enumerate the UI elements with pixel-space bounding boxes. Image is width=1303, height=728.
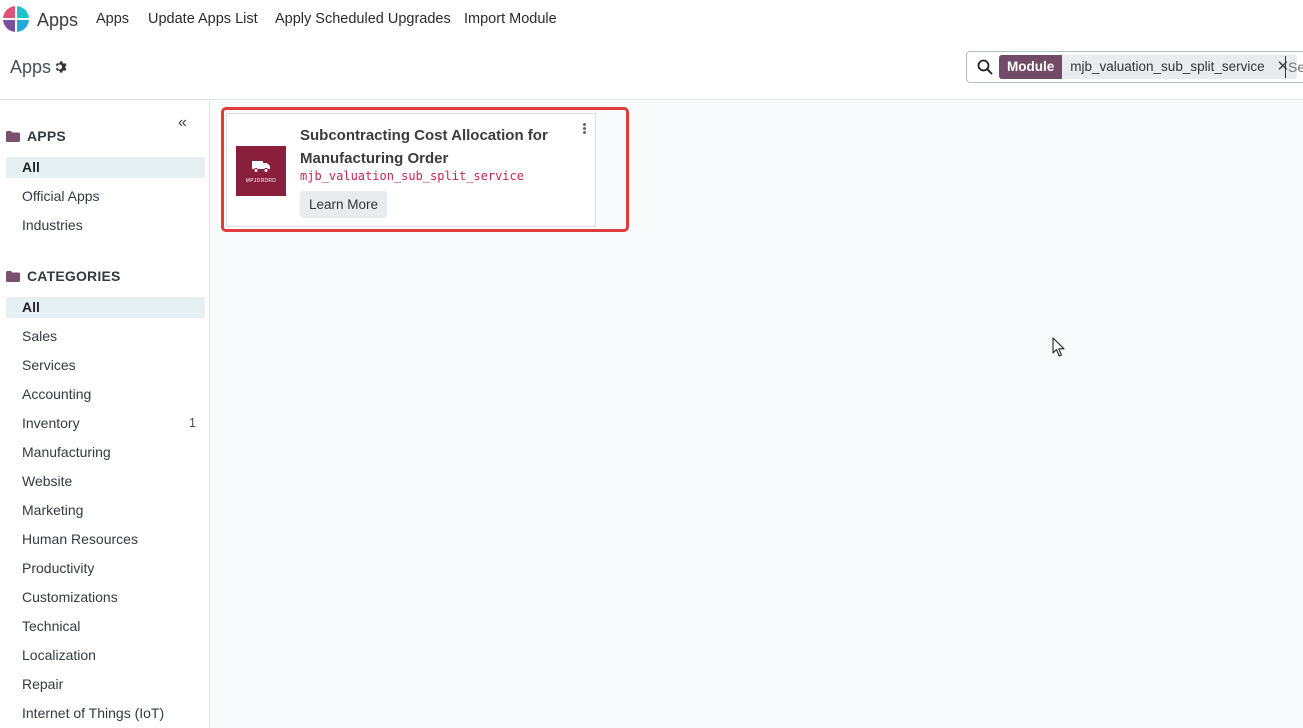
sidebar-item-count: 1 <box>189 416 196 430</box>
sidebar-item-label: Accounting <box>22 386 92 402</box>
sidebar-item-label: Services <box>22 357 76 373</box>
sidebar-item-marketing[interactable]: Marketing <box>6 500 205 521</box>
sidebar-item-apps-all[interactable]: All <box>6 157 205 178</box>
top-navbar: Apps Apps Update Apps List Apply Schedul… <box>0 0 1303 40</box>
highlight-box <box>221 107 629 232</box>
sidebar-item-label: Human Resources <box>22 531 138 547</box>
sidebar-item-official-apps[interactable]: Official Apps <box>6 186 205 207</box>
sidebar-item-accounting[interactable]: Accounting <box>6 384 205 405</box>
odoo-apps-logo-icon[interactable] <box>3 6 29 32</box>
gear-icon[interactable] <box>54 60 68 74</box>
categories-section-header: CATEGORIES <box>6 268 121 284</box>
sidebar-item-productivity[interactable]: Productivity <box>6 558 205 579</box>
sidebar-item-customizations[interactable]: Customizations <box>6 587 205 608</box>
sidebar-item-sales[interactable]: Sales <box>6 326 205 347</box>
sidebar-item-label: All <box>22 159 40 175</box>
search-icon[interactable] <box>977 59 993 75</box>
search-facet: Module mjb_valuation_sub_split_service ✕ <box>999 55 1298 79</box>
menu-apply-scheduled-upgrades[interactable]: Apply Scheduled Upgrades <box>275 11 451 27</box>
sidebar-item-human-resources[interactable]: Human Resources <box>6 529 205 550</box>
sidebar-item-label: Industries <box>22 217 83 233</box>
collapse-sidebar-icon[interactable]: « <box>178 114 187 132</box>
sidebar-item-label: Productivity <box>22 560 95 576</box>
sidebar-item-label: Official Apps <box>22 188 100 204</box>
search-bar: Module mjb_valuation_sub_split_service ✕ <box>966 51 1303 83</box>
mouse-cursor-icon <box>1052 337 1065 357</box>
sidebar-item-label: Repair <box>22 676 64 692</box>
search-input[interactable] <box>1285 56 1303 78</box>
sidebar-item-repair[interactable]: Repair <box>6 674 205 695</box>
sidebar-item-label: Localization <box>22 647 96 663</box>
sidebar-item-label: Internet of Things (IoT) <box>22 705 165 721</box>
sidebar-item-label: Manufacturing <box>22 444 111 460</box>
sidebar-item-label: All <box>22 299 40 315</box>
menu-import-module[interactable]: Import Module <box>464 11 557 27</box>
facet-value: mjb_valuation_sub_split_service <box>1070 59 1265 74</box>
kanban-area: MPJDRDRD Subcontracting Cost Allocation … <box>211 101 1303 728</box>
sidebar-item-manufacturing[interactable]: Manufacturing <box>6 442 205 463</box>
apps-section-header: APPS <box>6 128 66 144</box>
menu-apps[interactable]: Apps <box>96 11 129 27</box>
sidebar-item-localization[interactable]: Localization <box>6 645 205 666</box>
sidebar-item-label: Customizations <box>22 589 118 605</box>
facet-label: Module <box>999 55 1063 79</box>
sidebar-item-inventory[interactable]: Inventory 1 <box>6 413 205 434</box>
categories-header-label: CATEGORIES <box>27 268 121 284</box>
apps-header-label: APPS <box>27 128 66 144</box>
app-brand[interactable]: Apps <box>37 10 78 31</box>
folder-icon <box>6 130 20 142</box>
folder-icon <box>6 270 20 282</box>
sidebar-item-label: Inventory <box>22 415 80 431</box>
menu-update-apps-list[interactable]: Update Apps List <box>148 11 258 27</box>
sidebar-item-category-all[interactable]: All <box>6 297 205 318</box>
sidebar-item-website[interactable]: Website <box>6 471 205 492</box>
sidebar-item-label: Website <box>22 473 73 489</box>
sidebar-item-label: Sales <box>22 328 58 344</box>
sidebar: « APPS All Official Apps Industries CATE… <box>0 101 210 728</box>
sidebar-item-iot[interactable]: Internet of Things (IoT) <box>6 703 205 724</box>
sidebar-item-label: Technical <box>22 618 81 634</box>
sidebar-item-services[interactable]: Services <box>6 355 205 376</box>
breadcrumb: Apps <box>10 57 52 77</box>
sidebar-item-label: Marketing <box>22 502 84 518</box>
control-panel: Apps Module mjb_valuation_sub_split_serv… <box>0 40 1303 100</box>
sidebar-item-technical[interactable]: Technical <box>6 616 205 637</box>
sidebar-item-industries[interactable]: Industries <box>6 215 205 236</box>
